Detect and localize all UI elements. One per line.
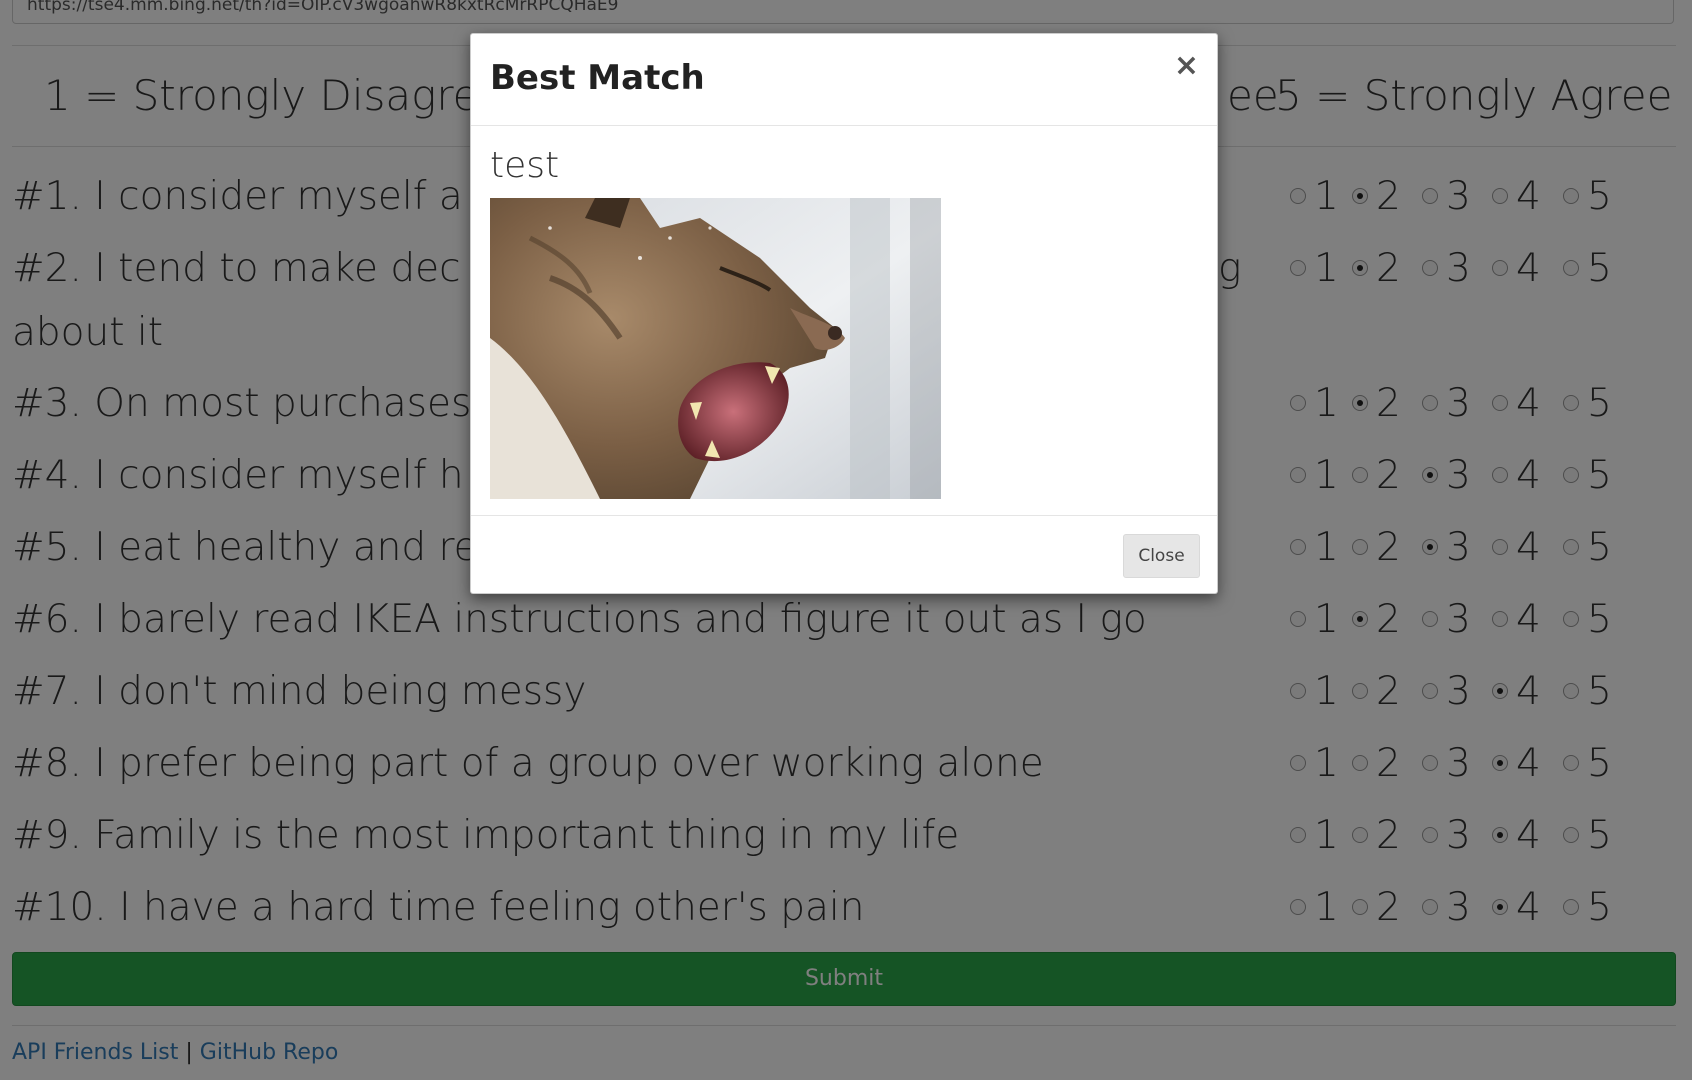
lynx-photo — [490, 198, 941, 499]
close-icon[interactable]: × — [1174, 48, 1199, 84]
close-button[interactable]: Close — [1123, 534, 1200, 578]
best-match-modal: Best Match × test Close — [470, 33, 1218, 594]
modal-body: test — [490, 134, 1198, 499]
match-name: test — [490, 145, 560, 186]
modal-footer: Close — [471, 515, 1217, 594]
modal-header: Best Match × — [471, 34, 1217, 126]
modal-title: Best Match — [490, 58, 705, 98]
lynx-image — [490, 198, 941, 499]
